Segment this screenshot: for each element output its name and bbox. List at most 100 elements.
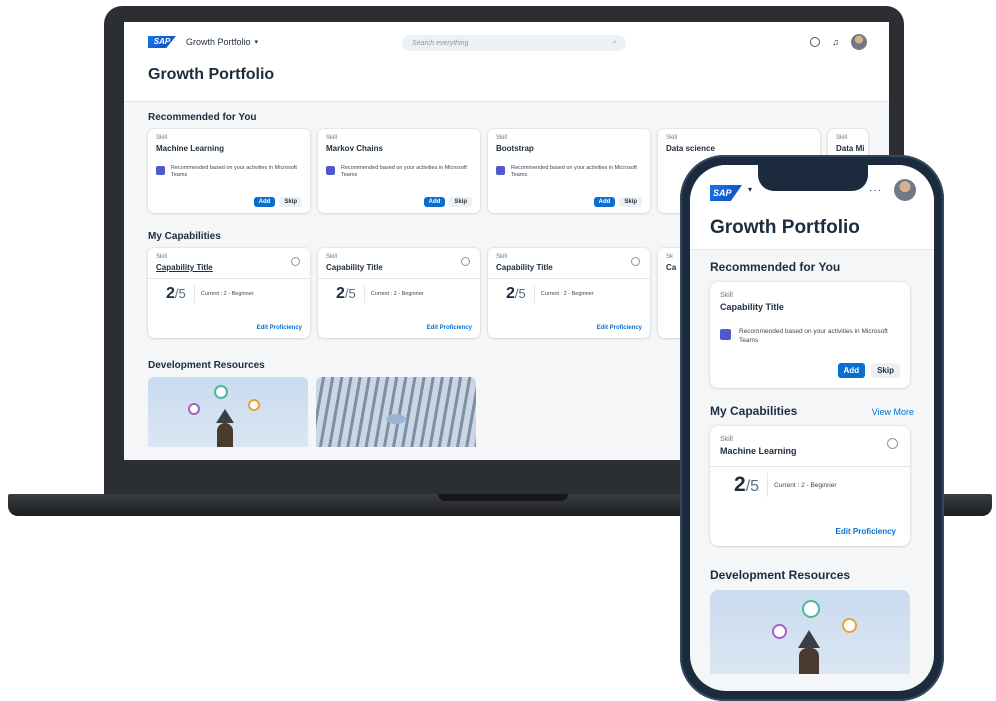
card-kind: Skill bbox=[666, 135, 678, 141]
award-icon bbox=[291, 257, 300, 266]
card-title: Data Mi bbox=[836, 144, 865, 153]
search-icon: ⌕ bbox=[612, 39, 616, 46]
bubble-icon bbox=[214, 385, 228, 399]
card-title: Bootstrap bbox=[496, 144, 534, 153]
current-level: Current : 2 - Beginner bbox=[193, 285, 254, 303]
card-kind: Skill bbox=[326, 135, 338, 141]
capability-card[interactable]: Skill Machine Learning 2/5 Current : 2 -… bbox=[710, 426, 910, 546]
chevron-down-icon[interactable]: ▾ bbox=[748, 185, 752, 194]
card-title[interactable]: Machine Learning bbox=[720, 446, 900, 456]
help-icon[interactable] bbox=[810, 37, 821, 47]
card-actions: Add Skip bbox=[423, 197, 472, 207]
card-title: Data science bbox=[666, 144, 715, 153]
add-button[interactable]: Add bbox=[837, 363, 866, 378]
award-icon bbox=[631, 257, 640, 266]
capability-card[interactable]: Skill Capability Title 2/5 Current : 2 -… bbox=[148, 248, 310, 338]
teams-icon bbox=[156, 166, 165, 175]
recommendation-card[interactable]: Skill Bootstrap Recommended based on you… bbox=[488, 129, 650, 213]
capability-card[interactable]: Skill Capability Title 2/5 Current : 2 -… bbox=[488, 248, 650, 338]
recommendation-card[interactable]: Skill Capability Title Recommended based… bbox=[710, 282, 910, 388]
edit-proficiency-link[interactable]: Edit Proficiency bbox=[597, 325, 642, 331]
person-icon bbox=[217, 423, 233, 447]
avatar[interactable] bbox=[894, 179, 916, 201]
teams-icon bbox=[496, 166, 505, 175]
dev-resources-header: Development Resources bbox=[690, 546, 934, 590]
person-icon bbox=[798, 630, 820, 648]
divider bbox=[710, 466, 910, 467]
current-level: Current : 2 - Beginner bbox=[767, 473, 837, 497]
proficiency-stat: 2/5 Current : 2 - Beginner bbox=[496, 285, 642, 303]
app-switcher[interactable]: Growth Portfolio ▾ bbox=[186, 37, 258, 47]
capability-card[interactable]: Skill Capability Title 2/5 Current : 2 -… bbox=[318, 248, 480, 338]
app-title: Growth Portfolio bbox=[186, 37, 251, 47]
bell-icon[interactable]: ♫ bbox=[832, 37, 839, 47]
more-icon[interactable]: ··· bbox=[869, 185, 882, 196]
reason-text: Recommended based on your activities in … bbox=[341, 165, 467, 179]
page-title: Growth Portfolio bbox=[148, 66, 275, 83]
edit-proficiency-link[interactable]: Edit Proficiency bbox=[427, 325, 472, 331]
card-title[interactable]: Capability Title bbox=[156, 263, 302, 272]
current-level: Current : 2 - Beginner bbox=[533, 285, 594, 303]
edit-proficiency-link[interactable]: Edit Proficiency bbox=[257, 325, 302, 331]
recommended-title: Recommended for You bbox=[148, 112, 257, 123]
skip-button[interactable]: Skip bbox=[619, 197, 642, 207]
sap-logo: SAP bbox=[148, 36, 176, 48]
dev-resources-title: Development Resources bbox=[710, 568, 851, 582]
card-kind: Skill bbox=[720, 436, 733, 443]
capabilities-header: My Capabilities View More bbox=[690, 388, 934, 426]
resource-image[interactable] bbox=[316, 377, 476, 447]
add-button[interactable]: Add bbox=[593, 197, 616, 207]
recommended-title: Recommended for You bbox=[710, 260, 841, 274]
person-icon bbox=[216, 409, 234, 423]
card-title[interactable]: Capability Title bbox=[496, 263, 642, 272]
proficiency-stat: 2/5 Current : 2 - Beginner bbox=[156, 285, 302, 303]
card-title: Markov Chains bbox=[326, 144, 383, 153]
skip-button[interactable]: Skip bbox=[449, 197, 472, 207]
card-kind: Skill bbox=[836, 135, 848, 141]
skip-button[interactable]: Skip bbox=[279, 197, 302, 207]
phone-frame: SAP ▾ ··· Growth Portfolio Recommended f… bbox=[680, 155, 944, 701]
reason-text: Recommended based on your activities in … bbox=[171, 165, 297, 179]
avatar[interactable] bbox=[851, 34, 867, 50]
add-button[interactable]: Add bbox=[423, 197, 446, 207]
search-input[interactable]: Search everything ⌕ bbox=[402, 35, 626, 51]
card-kind: Skill bbox=[326, 254, 338, 260]
teams-icon bbox=[326, 166, 335, 175]
card-actions: Add Skip bbox=[593, 197, 642, 207]
recommended-header: Recommended for You bbox=[690, 250, 934, 282]
card-actions: Add Skip bbox=[253, 197, 302, 207]
proficiency-score: 2/5 bbox=[336, 285, 356, 302]
bubble-icon bbox=[772, 624, 787, 639]
capabilities-title: My Capabilities bbox=[710, 404, 798, 418]
award-icon bbox=[887, 438, 898, 449]
resource-illustration[interactable] bbox=[148, 377, 308, 447]
divider bbox=[148, 278, 310, 279]
reason-text: Recommended based on your activities in … bbox=[511, 165, 637, 179]
card-title: Capability Title bbox=[720, 302, 784, 312]
reason-text: Recommended based on your activities in … bbox=[739, 328, 888, 344]
recommendation-card[interactable]: Skill Machine Learning Recommended based… bbox=[148, 129, 310, 213]
bubble-icon bbox=[802, 600, 820, 618]
divider bbox=[318, 278, 480, 279]
add-button[interactable]: Add bbox=[253, 197, 276, 207]
proficiency-score: 2/5 bbox=[506, 285, 526, 302]
view-more-link[interactable]: View More bbox=[872, 407, 914, 417]
card-kind: Skill bbox=[496, 135, 508, 141]
page-header: Growth Portfolio bbox=[124, 62, 889, 102]
edit-proficiency-link[interactable]: Edit Proficiency bbox=[836, 527, 896, 536]
skip-button[interactable]: Skip bbox=[871, 363, 900, 378]
sap-logo: SAP bbox=[710, 185, 742, 201]
page-title: Growth Portfolio bbox=[710, 217, 860, 238]
laptop-notch bbox=[438, 494, 568, 501]
resource-illustration[interactable] bbox=[710, 590, 910, 674]
card-title: Machine Learning bbox=[156, 144, 225, 153]
card-kind: Skill bbox=[720, 292, 733, 299]
bubble-icon bbox=[248, 399, 260, 411]
phone-notch bbox=[758, 165, 868, 191]
proficiency-score: 2/5 bbox=[734, 473, 760, 496]
card-title[interactable]: Capability Title bbox=[326, 263, 472, 272]
recommendation-card[interactable]: Skill Markov Chains Recommended based on… bbox=[318, 129, 480, 213]
search-placeholder: Search everything bbox=[412, 39, 469, 47]
recommend-reason: Recommended based on your activities in … bbox=[326, 165, 472, 179]
recommend-reason: Recommended based on your activities in … bbox=[720, 328, 900, 346]
